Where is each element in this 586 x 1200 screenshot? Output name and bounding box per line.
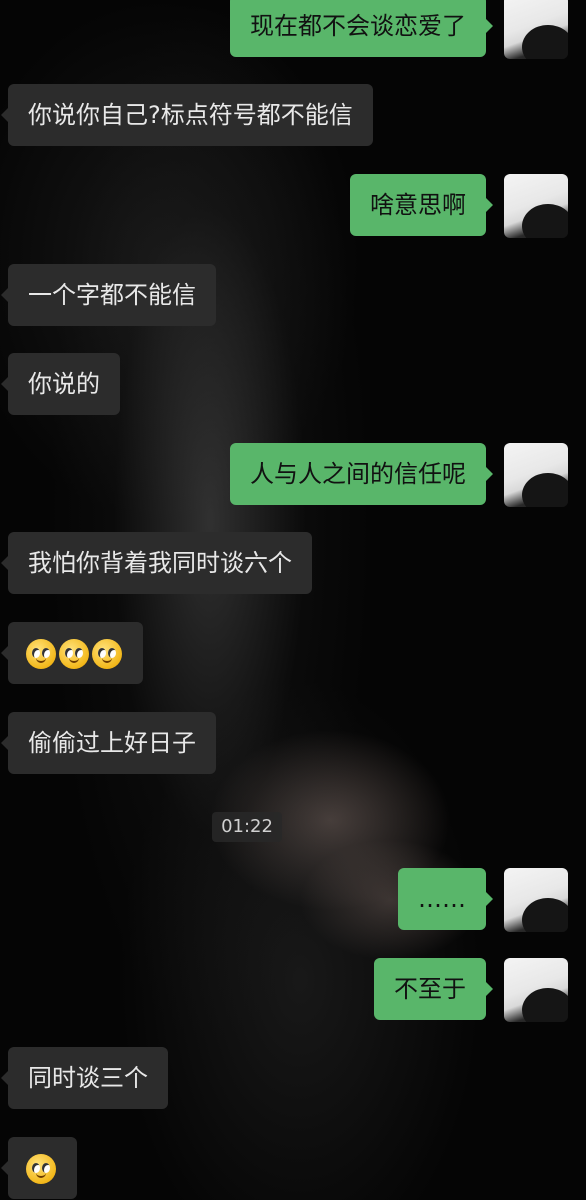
message-text: 现在都不会谈恋爱了 [250,12,466,40]
message-bubble-incoming[interactable]: 我怕你背着我同时谈六个 [1,532,312,594]
message-bubble-incoming[interactable]: 一个字都不能信 [1,264,216,326]
avatar-image [522,204,568,238]
smiling-face-icon [26,1154,56,1184]
message-bubble-outgoing[interactable]: …… [398,868,493,930]
message-bubble-outgoing[interactable]: 啥意思啊 [350,174,493,236]
avatar-image [522,473,568,507]
message-text: 人与人之间的信任呢 [250,460,466,488]
message-text: 偷偷过上好日子 [28,729,196,757]
message-bubble-outgoing[interactable]: 现在都不会谈恋爱了 [230,0,493,57]
message-bubble-incoming[interactable]: 你说你自己?标点符号都不能信 [1,84,373,146]
my-avatar[interactable] [504,443,568,507]
message-text: 一个字都不能信 [28,281,196,309]
smiling-face-icon [59,639,89,669]
my-avatar[interactable] [504,868,568,932]
message-text: 我怕你背着我同时谈六个 [28,549,292,577]
message-text: 你说的 [28,370,100,398]
message-bubble-incoming[interactable]: 你说的 [1,353,120,415]
chat-timestamp: 01:22 [212,812,282,842]
message-bubble-outgoing[interactable]: 不至于 [374,958,493,1020]
message-text: 你说你自己?标点符号都不能信 [28,101,353,129]
message-text: 不至于 [394,975,466,1003]
smiling-face-icon [92,639,122,669]
message-text: …… [418,885,466,913]
message-bubble-incoming[interactable]: 偷偷过上好日子 [1,712,216,774]
message-bubble-incoming[interactable] [1,1137,77,1199]
message-bubble-incoming[interactable]: 同时谈三个 [1,1047,168,1109]
my-avatar[interactable] [504,0,568,59]
my-avatar[interactable] [504,958,568,1022]
smiling-face-icon [26,639,56,669]
avatar-image [522,898,568,932]
message-bubble-outgoing[interactable]: 人与人之间的信任呢 [230,443,493,505]
chat-background [0,0,586,1200]
message-bubble-incoming[interactable] [1,622,143,684]
avatar-image [522,988,568,1022]
my-avatar[interactable] [504,174,568,238]
message-text: 同时谈三个 [28,1064,148,1092]
avatar-image [522,25,568,59]
message-text: 啥意思啊 [370,191,466,219]
